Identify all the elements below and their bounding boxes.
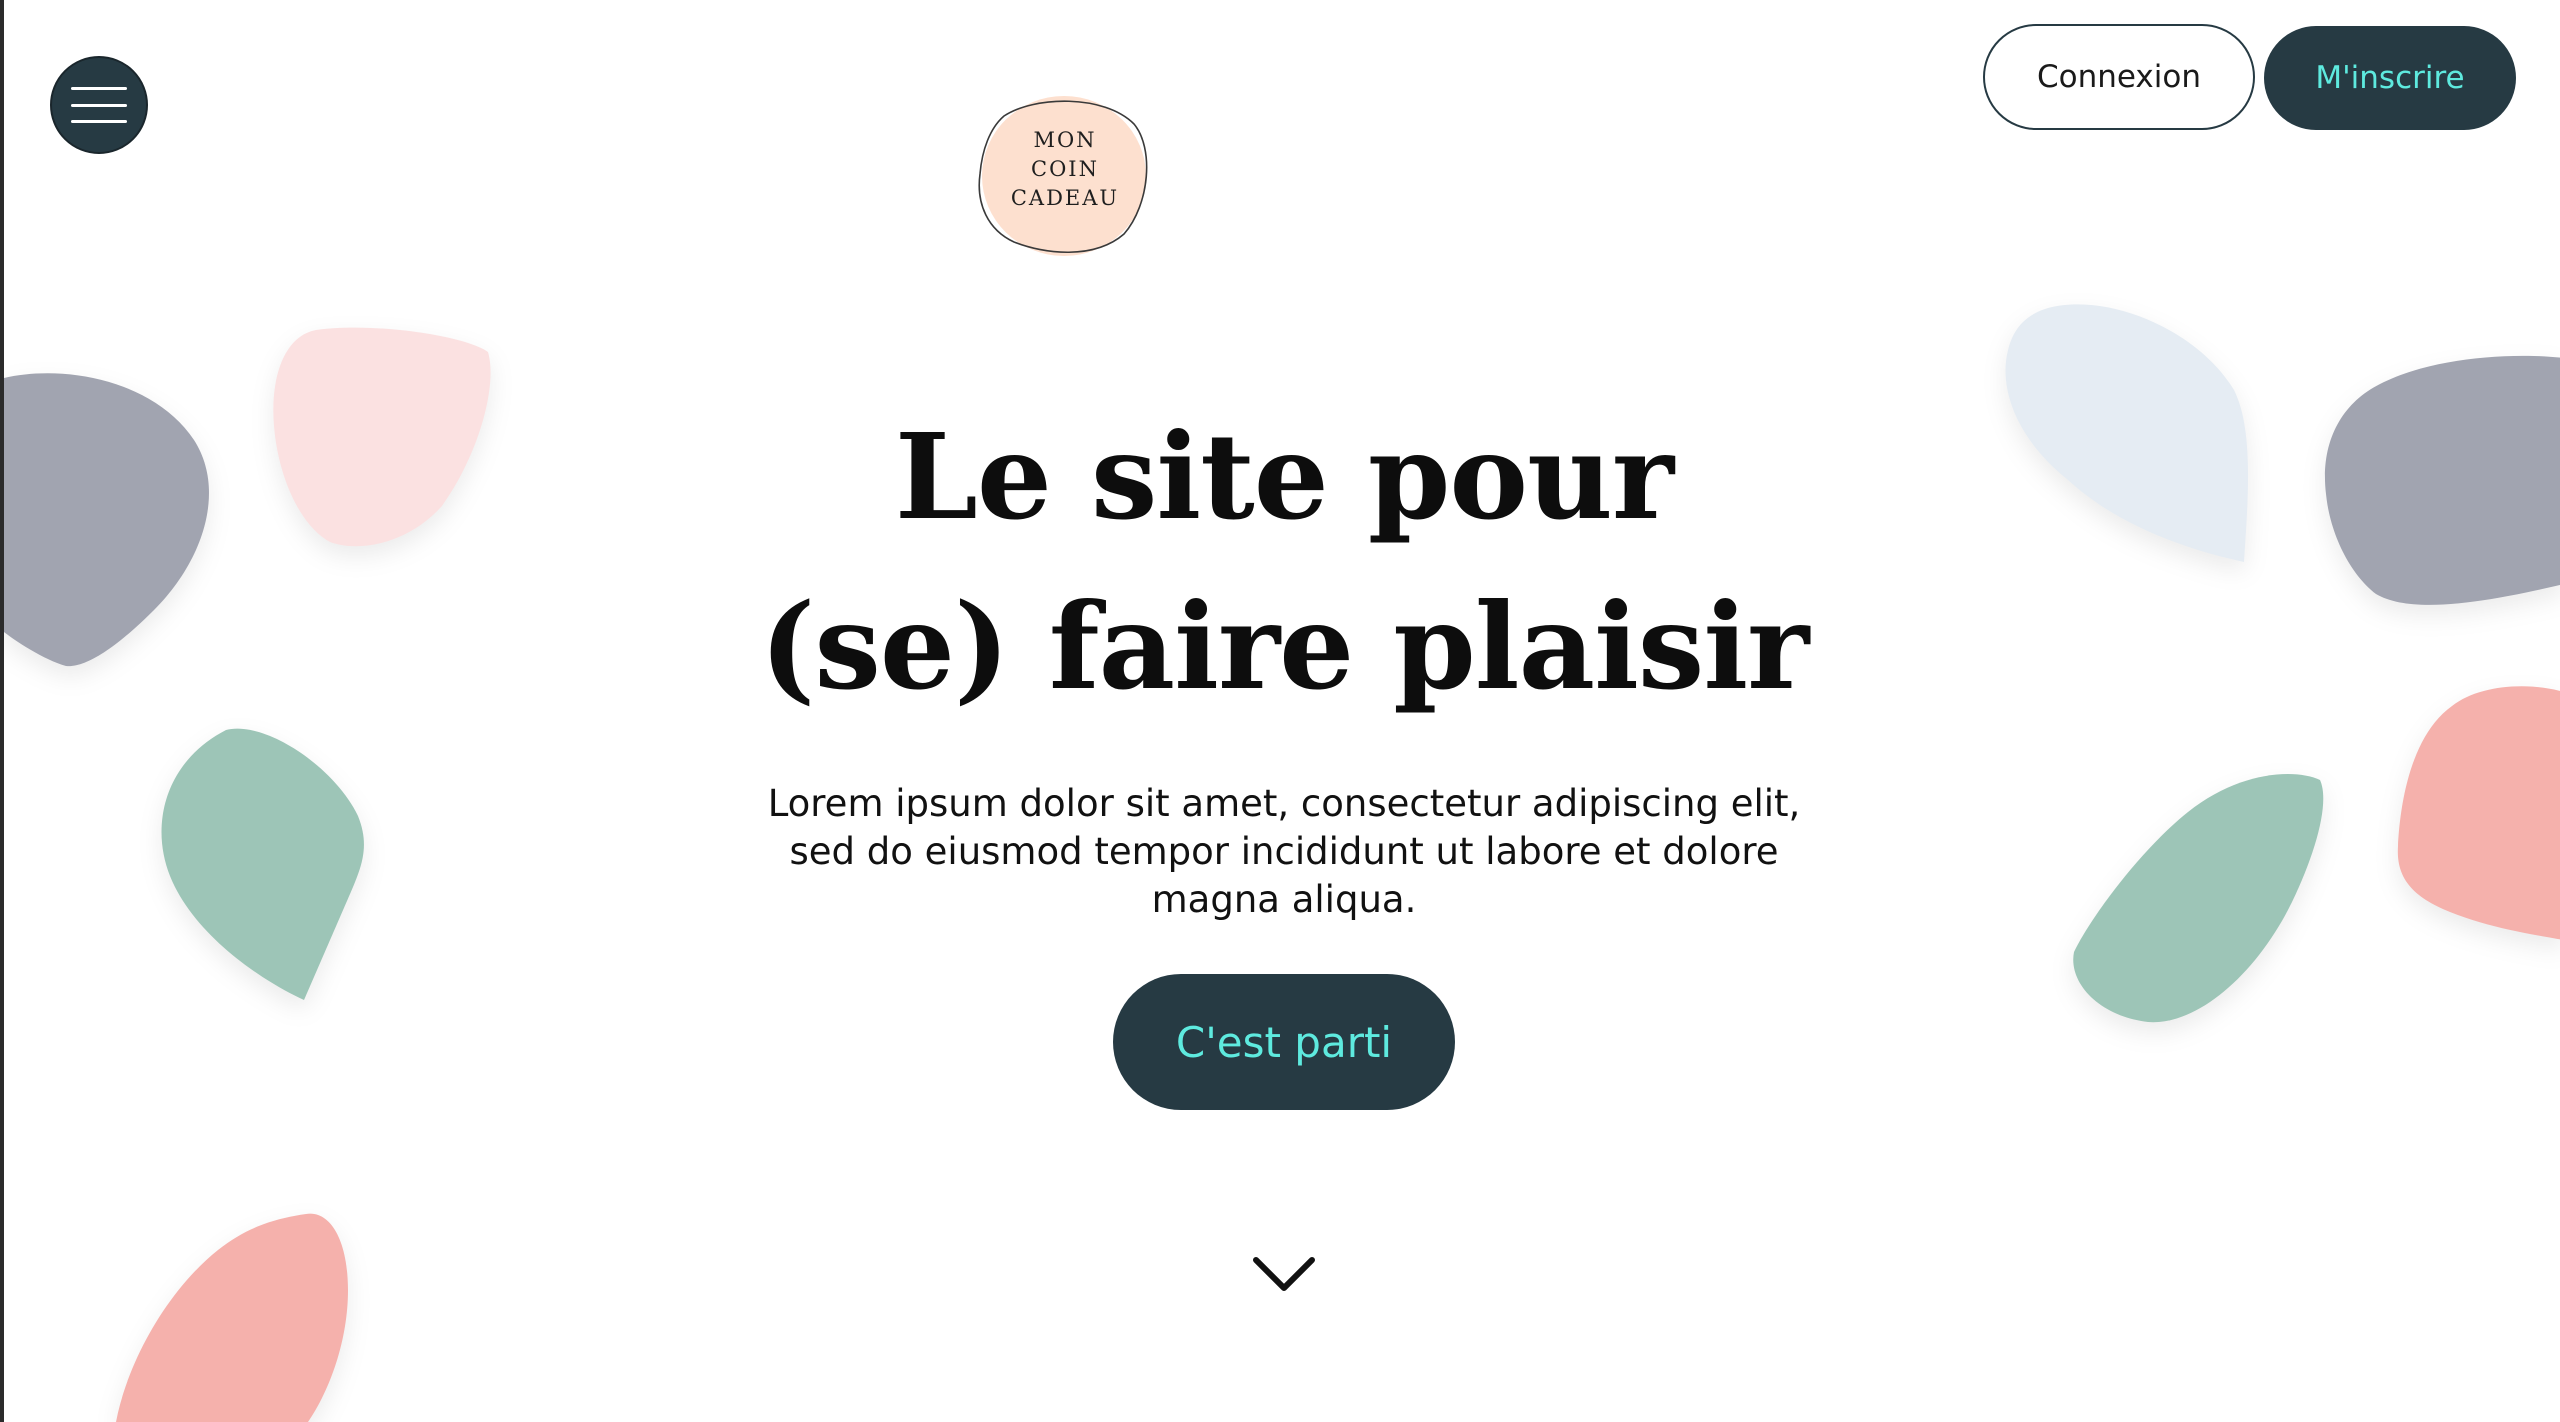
hero-title-line-1: Le site pour xyxy=(894,407,1674,546)
logo-line-1: MON xyxy=(1033,128,1097,152)
hamburger-menu-icon xyxy=(71,87,127,123)
decorative-blob-gray-right xyxy=(2325,355,2560,605)
hero-title-line-2: (se) faire plaisir xyxy=(759,577,1810,716)
decorative-blob-pink-light xyxy=(273,327,491,547)
logo-line-2: COIN xyxy=(1031,157,1099,181)
decorative-blob-green-left xyxy=(161,728,364,1000)
get-started-button[interactable]: C'est parti xyxy=(1113,974,1455,1110)
logo[interactable]: MON COIN CADEAU xyxy=(974,94,1150,260)
chevron-down-icon[interactable] xyxy=(1250,1252,1318,1296)
login-button[interactable]: Connexion xyxy=(1983,24,2255,130)
landing-page: MON COIN CADEAU Connexion M'inscrire Le … xyxy=(0,0,2560,1422)
hero-title: Le site pour (se) faire plaisir xyxy=(684,392,1884,732)
decorative-blob-green-right xyxy=(2073,774,2324,1023)
logo-line-3: CADEAU xyxy=(1010,186,1120,210)
logo-text: MON COIN CADEAU xyxy=(974,126,1156,213)
hero-subtitle: Lorem ipsum dolor sit amet, consectetur … xyxy=(767,782,1801,921)
menu-button[interactable] xyxy=(50,56,148,154)
decorative-blob-coral-bottom xyxy=(116,1213,348,1422)
decorative-blob-gray-left xyxy=(4,373,209,667)
decorative-blob-coral-right xyxy=(2397,686,2560,940)
decorative-blob-blue-light xyxy=(2005,304,2249,562)
signup-button[interactable]: M'inscrire xyxy=(2264,26,2516,130)
